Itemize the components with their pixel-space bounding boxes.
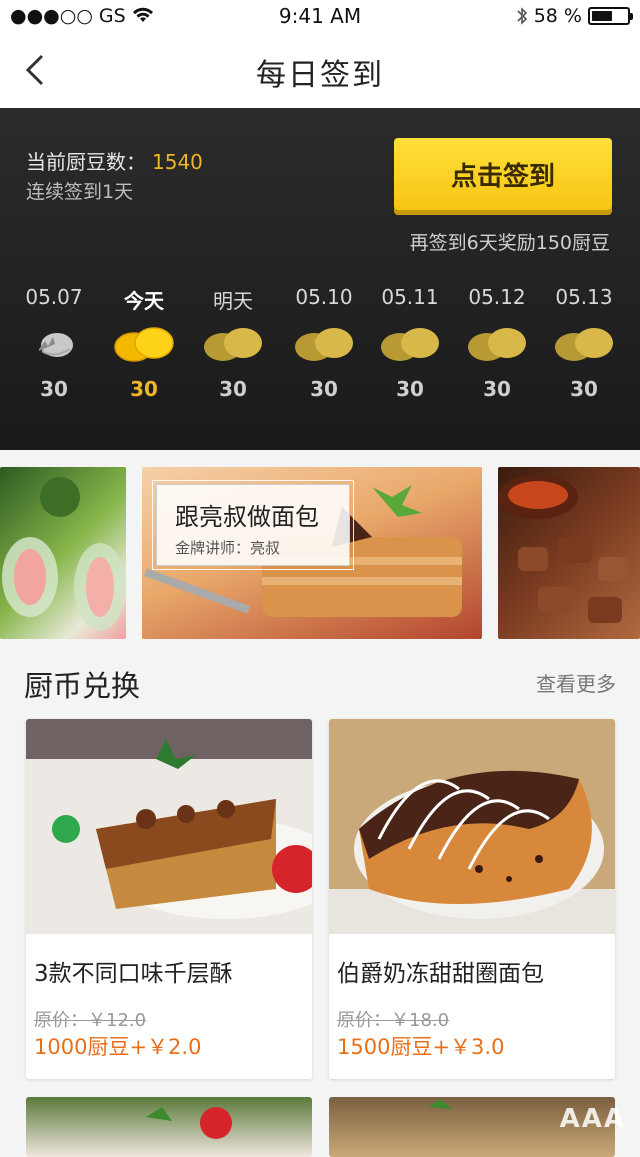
battery-percent: 58 % [534, 5, 582, 27]
page-title: 每日签到 [0, 50, 640, 94]
status-bar: ●●●○○ GS 9:41 AM 58 % [0, 0, 640, 32]
bean-count-value: 1540 [152, 150, 203, 174]
day-item: 05.07 30 [9, 285, 99, 401]
salad-roll-image [0, 467, 126, 639]
cracked-egg-icon [9, 315, 99, 377]
banner-caption: 跟亮叔做面包 金牌讲师：亮叔 [156, 484, 350, 566]
watermark: AAA [560, 1104, 626, 1134]
banner-slide-current[interactable]: 跟亮叔做面包 金牌讲师：亮叔 [142, 467, 482, 639]
braised-dish-image [498, 467, 640, 639]
day-item-today: 今天 30 [99, 285, 189, 401]
day-item: 05.12 30 [452, 285, 542, 401]
original-price: 原价：￥18.0 [337, 1006, 449, 1032]
product-card[interactable]: 3款不同口味千层酥 原价：￥12.0 1000厨豆+￥2.0 [26, 719, 312, 1079]
exchange-price: 1500厨豆+￥3.0 [337, 1031, 504, 1061]
reward-hint: 再签到6天奖励150厨豆 [410, 228, 610, 255]
exchange-price: 1000厨豆+￥2.0 [34, 1031, 201, 1061]
golden-egg-icon [99, 315, 189, 377]
product-name: 伯爵奶冻甜甜圈面包 [337, 954, 544, 988]
product-card[interactable]: 伯爵奶冻甜甜圈面包 原价：￥18.0 1500厨豆+￥3.0 [329, 719, 615, 1079]
checkin-panel: 当前厨豆数：1540 连续签到1天 点击签到 再签到6天奖励150厨豆 05.0… [0, 108, 640, 450]
checkin-button[interactable]: 点击签到 [394, 138, 612, 210]
egg-icon [452, 315, 542, 377]
nav-bar: 每日签到 [0, 32, 640, 108]
streak-text: 连续签到1天 [26, 177, 133, 204]
battery-icon [588, 7, 630, 25]
product-image [26, 1097, 312, 1157]
product-image [26, 719, 312, 934]
product-image [329, 719, 615, 934]
banner-slide-next[interactable] [498, 467, 640, 639]
day-item: 明天 30 [188, 285, 278, 401]
banner-slide-prev[interactable] [0, 467, 126, 639]
day-item: 05.13 30 [539, 285, 629, 401]
view-more-link[interactable]: 查看更多 [536, 668, 616, 697]
egg-icon [188, 315, 278, 377]
bean-count: 当前厨豆数：1540 [26, 146, 203, 175]
original-price: 原价：￥12.0 [34, 1006, 146, 1032]
product-name: 3款不同口味千层酥 [34, 954, 233, 988]
product-card-peek[interactable] [26, 1097, 312, 1157]
exchange-section-header: 厨币兑换 查看更多 [0, 655, 640, 705]
day-item: 05.11 30 [365, 285, 455, 401]
section-title: 厨币兑换 [24, 663, 140, 705]
day-item: 05.10 30 [279, 285, 369, 401]
egg-icon [539, 315, 629, 377]
banner-title: 跟亮叔做面包 [175, 497, 319, 532]
bluetooth-icon [516, 6, 528, 26]
egg-icon [365, 315, 455, 377]
banner-subtitle: 金牌讲师：亮叔 [175, 537, 280, 558]
egg-icon [279, 315, 369, 377]
